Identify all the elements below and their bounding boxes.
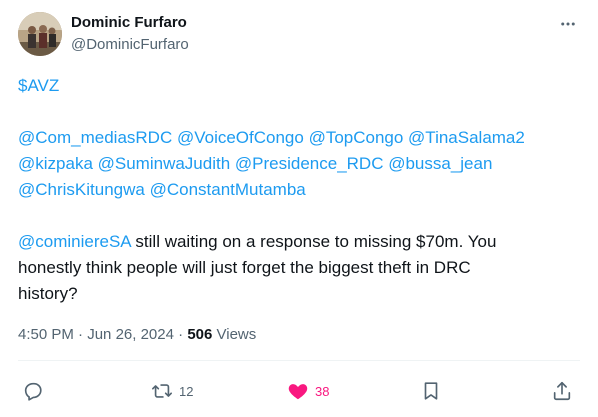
avatar[interactable] xyxy=(18,12,62,56)
reply-mention-link[interactable]: @cominiereSA xyxy=(18,232,131,251)
tweet-meta: 4:50 PM · Jun 26, 2024 · 506 Views xyxy=(18,326,256,343)
reply-icon xyxy=(24,382,42,401)
ellipsis-icon xyxy=(561,22,575,26)
divider xyxy=(18,360,580,361)
bookmark-button[interactable] xyxy=(420,378,442,404)
mentions-line-3[interactable]: @ChrisKitungwa @ConstantMutamba xyxy=(18,180,306,199)
like-count: 38 xyxy=(315,383,330,399)
author-name[interactable]: Dominic Furfaro xyxy=(71,14,187,31)
reply-button[interactable] xyxy=(22,378,44,404)
mentions-line-2[interactable]: @kizpaka @SuminwaJudith @Presidence_RDC … xyxy=(18,154,492,173)
like-button[interactable]: 38 xyxy=(287,378,329,404)
tweet-time[interactable]: 4:50 PM xyxy=(18,326,74,343)
mentions-line-1[interactable]: @Com_mediasRDC @VoiceOfCongo @TopCongo @… xyxy=(18,128,525,147)
tweet-body: $AVZ @Com_mediasRDC @VoiceOfCongo @TopCo… xyxy=(18,73,583,307)
tweet-text-line-1: still waiting on a response to missing $… xyxy=(130,232,497,251)
tweet-text-line-2: honestly think people will just forget t… xyxy=(18,258,471,277)
retweet-button[interactable]: 12 xyxy=(151,378,193,404)
tweet-text-line-3: history? xyxy=(18,284,78,303)
retweet-count: 12 xyxy=(179,383,194,399)
views-label: Views xyxy=(212,326,257,343)
author-handle[interactable]: @DominicFurfaro xyxy=(71,36,189,53)
meta-separator: · xyxy=(73,326,88,343)
views-count[interactable]: 506 xyxy=(187,326,212,343)
cashtag-link[interactable]: $AVZ xyxy=(18,76,59,95)
share-icon xyxy=(553,381,571,401)
more-options-button[interactable] xyxy=(556,12,580,36)
tweet-date[interactable]: Jun 26, 2024 xyxy=(87,326,174,343)
action-bar: 12 38 xyxy=(0,378,598,404)
bookmark-icon xyxy=(424,382,438,400)
heart-icon xyxy=(288,384,308,400)
share-button[interactable] xyxy=(551,378,573,404)
avatar-photo xyxy=(18,12,62,56)
meta-separator: · xyxy=(173,326,188,343)
retweet-icon xyxy=(152,384,172,398)
tweet-card: Dominic Furfaro @DominicFurfaro $AVZ @Co… xyxy=(0,0,598,417)
